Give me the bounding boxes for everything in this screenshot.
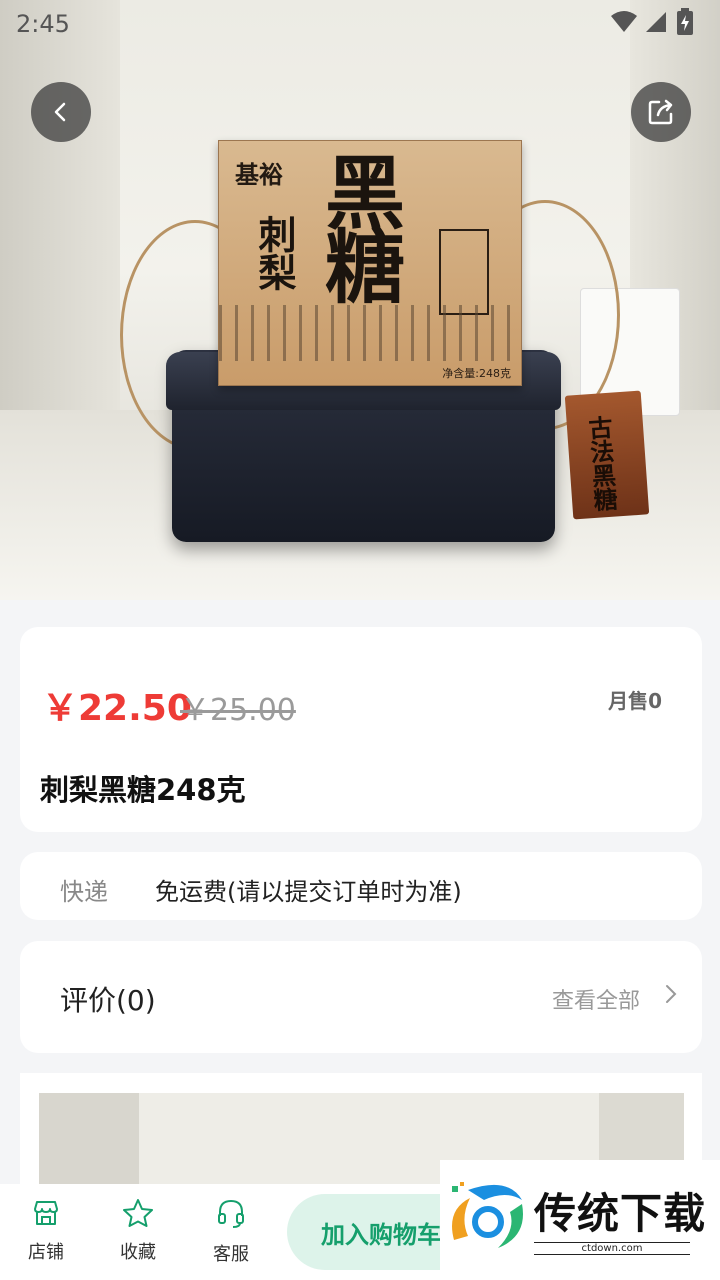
package-illustration: [219, 305, 521, 361]
product-title: 刺梨黑糖248克: [40, 773, 246, 807]
store-icon: [34, 1201, 58, 1225]
star-icon: [123, 1199, 153, 1227]
chevron-left-icon: [54, 102, 66, 122]
view-all-reviews-link[interactable]: 查看全部: [552, 983, 640, 1015]
package-net-weight: 净含量:248克: [442, 367, 511, 380]
share-icon: [648, 99, 673, 125]
original-price: ￥25.00: [180, 693, 296, 728]
monthly-sales: 月售0: [608, 689, 662, 713]
wifi-icon: [611, 11, 637, 32]
watermark: 传统下载 ctdown.com: [440, 1160, 720, 1270]
package-seal: [439, 229, 489, 315]
service-tab[interactable]: 客服: [196, 1198, 266, 1266]
service-label: 客服: [213, 1244, 249, 1265]
back-button[interactable]: [31, 82, 91, 142]
package-name-big: 黑糖: [312, 151, 406, 299]
reviews-card[interactable]: 评价(0) 查看全部: [20, 941, 702, 1053]
hang-tag-text: 古法黑糖: [583, 414, 619, 513]
watermark-text: 传统下载: [534, 1189, 707, 1238]
product-image[interactable]: 基裕 刺梨 黑糖 净含量:248克 古法黑糖: [0, 0, 720, 600]
hang-tag: 古法黑糖: [564, 390, 650, 520]
reviews-title: 评价(0): [60, 984, 156, 1017]
headset-icon: [218, 1199, 244, 1228]
current-price: ￥22.50: [42, 688, 192, 729]
shipping-label: 快递: [60, 878, 108, 906]
status-bar: 2:45: [0, 0, 720, 48]
status-time: 2:45: [16, 10, 70, 38]
package-brand: 基裕: [235, 160, 283, 189]
watermark-logo-icon: [452, 1182, 523, 1248]
status-icons: [610, 10, 668, 34]
package-name-small: 刺梨: [252, 215, 297, 291]
favorite-label: 收藏: [120, 1242, 156, 1263]
product-package: 基裕 刺梨 黑糖 净含量:248克: [218, 140, 522, 386]
share-button[interactable]: [631, 82, 691, 142]
product-info-card: ￥22.50 ￥25.00 月售0 刺梨黑糖248克: [20, 627, 702, 832]
chevron-right-icon[interactable]: [664, 983, 678, 1005]
store-tab[interactable]: 店铺: [11, 1198, 81, 1264]
shipping-card: 快递 免运费(请以提交订单时为准): [20, 852, 702, 920]
battery-icon: [677, 8, 693, 35]
store-label: 店铺: [28, 1242, 64, 1263]
shipping-value: 免运费(请以提交订单时为准): [155, 878, 462, 906]
watermark-url: ctdown.com: [534, 1242, 690, 1255]
favorite-tab[interactable]: 收藏: [103, 1198, 173, 1264]
signal-icon: [646, 12, 666, 32]
